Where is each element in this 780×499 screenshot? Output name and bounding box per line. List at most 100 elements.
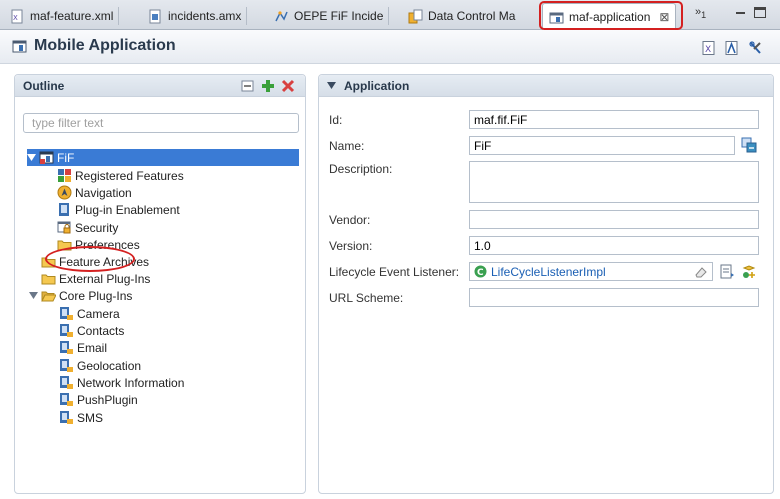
url-scheme-label: URL Scheme:: [329, 291, 404, 305]
xml-file-icon: X: [11, 9, 23, 23]
application-header: Application: [319, 75, 773, 97]
application-panel: Application Id: maf.fif.FiF Name: FiF De…: [318, 74, 774, 494]
description-field[interactable]: [469, 161, 759, 203]
tab-label: incidents.amx: [168, 9, 242, 23]
tree-label: Preferences: [75, 237, 140, 252]
expanded-triangle-icon[interactable]: [29, 291, 38, 300]
id-field[interactable]: maf.fif.FiF: [469, 110, 759, 129]
delete-icon[interactable]: [281, 79, 295, 93]
maximize-icon[interactable]: [754, 7, 766, 18]
tree-item-core-plugins[interactable]: Core Plug-Ins: [29, 287, 132, 304]
new-class-icon[interactable]: [741, 264, 757, 280]
translate-string-icon[interactable]: [741, 137, 757, 153]
tree-item-registered-features[interactable]: Registered Features: [57, 167, 184, 184]
lifecycle-link[interactable]: LifeCycleListenerImpl: [491, 265, 606, 279]
tab-label: OEPE FiF Incide: [294, 9, 384, 23]
tree-item-preferences[interactable]: Preferences: [57, 236, 140, 253]
add-icon[interactable]: [261, 79, 275, 93]
tree-label: Network Information: [77, 375, 185, 390]
tab-label: maf-feature.xml: [30, 9, 114, 23]
tree-label: Feature Archives: [59, 254, 150, 269]
outline-toolbar: [241, 79, 295, 93]
folder-icon: [57, 240, 72, 251]
tree-label: Navigation: [75, 185, 132, 200]
navigation-icon: [57, 185, 72, 200]
outline-title: Outline: [23, 78, 65, 93]
tree-item-plugin-enablement[interactable]: Plug-in Enablement: [57, 201, 180, 218]
collapse-all-icon[interactable]: [241, 80, 255, 93]
tab-maf-feature[interactable]: X maf-feature.xml: [4, 3, 120, 29]
name-label: Name:: [329, 139, 365, 153]
tree-item-sms[interactable]: SMS: [59, 409, 103, 426]
mobile-application-icon: [12, 40, 27, 53]
tree-label: Contacts: [77, 323, 125, 338]
tree-item-geolocation[interactable]: Geolocation: [59, 357, 141, 374]
vendor-field[interactable]: [469, 210, 759, 229]
plugin-icon: [60, 324, 73, 337]
outline-panel: Outline FiF Registered Features Navigat: [14, 74, 306, 494]
tree-item-contacts[interactable]: Contacts: [59, 322, 124, 339]
plugin-icon: [60, 393, 73, 406]
description-label: Description:: [329, 162, 393, 176]
xml-source-icon[interactable]: X: [701, 41, 717, 55]
mobile-app-file-icon: [549, 12, 564, 23]
tree-label: Registered Features: [75, 168, 184, 183]
minimize-icon[interactable]: [734, 6, 748, 20]
tree-label: External Plug-Ins: [59, 271, 151, 286]
lifecycle-field[interactable]: C LifeCycleListenerImpl: [469, 262, 713, 281]
svg-text:C: C: [477, 268, 484, 278]
clear-eraser-icon[interactable]: [694, 265, 708, 279]
svg-text:X: X: [705, 45, 711, 55]
lifecycle-label: Lifecycle Event Listener:: [329, 265, 460, 279]
folder-icon: [41, 257, 56, 268]
tree-item-email[interactable]: Email: [59, 339, 107, 356]
overflow-count: 1: [701, 10, 707, 21]
tree-item-security[interactable]: Security: [57, 219, 118, 236]
svg-text:X: X: [13, 14, 18, 22]
tree-label: Camera: [77, 306, 120, 321]
section-collapse-triangle-icon[interactable]: [327, 81, 336, 90]
tab-incidents[interactable]: incidents.amx: [142, 3, 248, 29]
tools-icon[interactable]: [748, 41, 764, 55]
tree-label: Geolocation: [77, 358, 142, 373]
tree-item-navigation[interactable]: Navigation: [57, 184, 132, 201]
application-node-icon: [39, 151, 54, 164]
class-icon: C: [474, 265, 487, 278]
tree-item-external-plugins[interactable]: External Plug-Ins: [41, 270, 150, 287]
tree-label: FiF: [57, 150, 75, 165]
tree-label: Core Plug-Ins: [59, 288, 133, 303]
editor-tab-bar: X maf-feature.xml incidents.amx OEPE FiF…: [0, 0, 780, 30]
version-field[interactable]: 1.0: [469, 236, 759, 255]
editor-header: Mobile Application X: [0, 30, 780, 64]
expanded-triangle-icon[interactable]: [27, 153, 36, 162]
plugin-enablement-icon: [59, 203, 69, 216]
tree-item-network-information[interactable]: Network Information: [59, 374, 184, 391]
tab-oepe-fif[interactable]: OEPE FiF Incide: [268, 3, 390, 29]
tab-maf-application[interactable]: maf-application ⊠: [542, 3, 677, 30]
diagram-file-icon: [275, 10, 288, 21]
security-lock-icon: [57, 221, 71, 234]
url-scheme-field[interactable]: [469, 288, 759, 307]
close-tab-icon[interactable]: ⊠: [659, 10, 669, 24]
browse-class-icon[interactable]: [719, 264, 735, 280]
plugin-icon: [60, 359, 73, 372]
tree-label: SMS: [77, 410, 104, 425]
tab-overflow-button[interactable]: »1: [695, 6, 706, 20]
tree-item-camera[interactable]: Camera: [59, 305, 120, 322]
tree-label: Plug-in Enablement: [75, 202, 180, 217]
adf-validate-icon[interactable]: [725, 41, 741, 55]
tab-label: Data Control Ma: [428, 9, 516, 23]
name-field[interactable]: FiF: [469, 136, 735, 155]
tab-data-control[interactable]: Data Control Ma: [402, 3, 521, 29]
tree-item-pushplugin[interactable]: PushPlugin: [59, 391, 138, 408]
editor-area: Mobile Application X Outline FiF Re: [0, 30, 780, 499]
tree-item-feature-archives[interactable]: Feature Archives: [41, 253, 149, 270]
filter-input[interactable]: [23, 113, 299, 133]
plugin-icon: [60, 341, 73, 354]
features-icon: [58, 169, 71, 182]
plugin-icon: [60, 411, 73, 424]
tab-label: maf-application: [569, 10, 651, 24]
tree-item-fif[interactable]: FiF: [27, 149, 299, 166]
folder-icon: [41, 274, 56, 285]
plugin-icon: [60, 376, 73, 389]
